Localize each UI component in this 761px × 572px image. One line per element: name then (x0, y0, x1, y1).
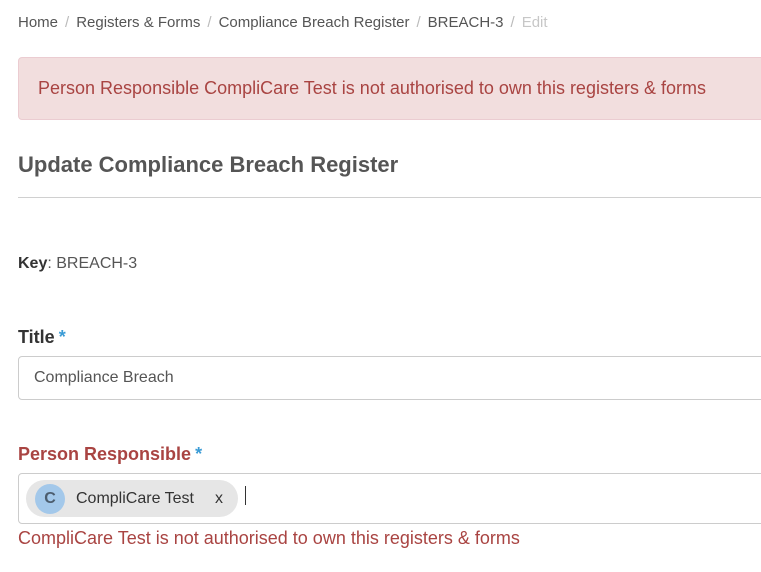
person-responsible-input[interactable]: C CompliCare Test x (18, 473, 761, 524)
record-key: Key: BREACH-3 (18, 254, 137, 274)
breadcrumb-separator: / (510, 14, 515, 31)
breadcrumb-separator: / (65, 14, 70, 31)
text-caret (245, 486, 246, 505)
required-marker: * (195, 444, 203, 464)
title-input[interactable] (18, 356, 761, 400)
edit-register-page: Home / Registers & Forms / Compliance Breach… (0, 0, 761, 572)
breadcrumb-record[interactable]: BREACH-3 (428, 14, 504, 31)
person-responsible-error: CompliCare Test is not authorised to own… (18, 528, 520, 548)
title-label: Title * (18, 326, 66, 348)
page-title: Update Compliance Breach Register (18, 152, 399, 177)
breadcrumb-separator: / (207, 14, 212, 31)
remove-person-button[interactable]: x (215, 480, 223, 517)
breadcrumb: Home / Registers & Forms / Compliance Breach… (18, 13, 548, 33)
key-label: Key (18, 255, 48, 272)
title-label-text: Title (18, 327, 55, 347)
person-responsible-label-text: Person Responsible (18, 444, 192, 464)
person-chip: C CompliCare Test x (26, 480, 238, 517)
person-chip-name: CompliCare Test (76, 490, 194, 507)
breadcrumb-registers-forms[interactable]: Registers & Forms (76, 14, 200, 31)
title-divider (18, 197, 761, 198)
breadcrumb-home[interactable]: Home (18, 14, 58, 31)
key-value: : BREACH-3 (47, 255, 138, 272)
avatar: C (35, 484, 65, 514)
required-marker: * (58, 327, 66, 347)
breadcrumb-compliance-breach-register[interactable]: Compliance Breach Register (219, 14, 410, 31)
breadcrumb-separator: / (416, 14, 421, 31)
person-responsible-label: Person Responsible * (18, 443, 202, 465)
breadcrumb-active-edit: Edit (521, 14, 548, 31)
error-alert: Person Responsible CompliCare Test is no… (18, 57, 761, 120)
